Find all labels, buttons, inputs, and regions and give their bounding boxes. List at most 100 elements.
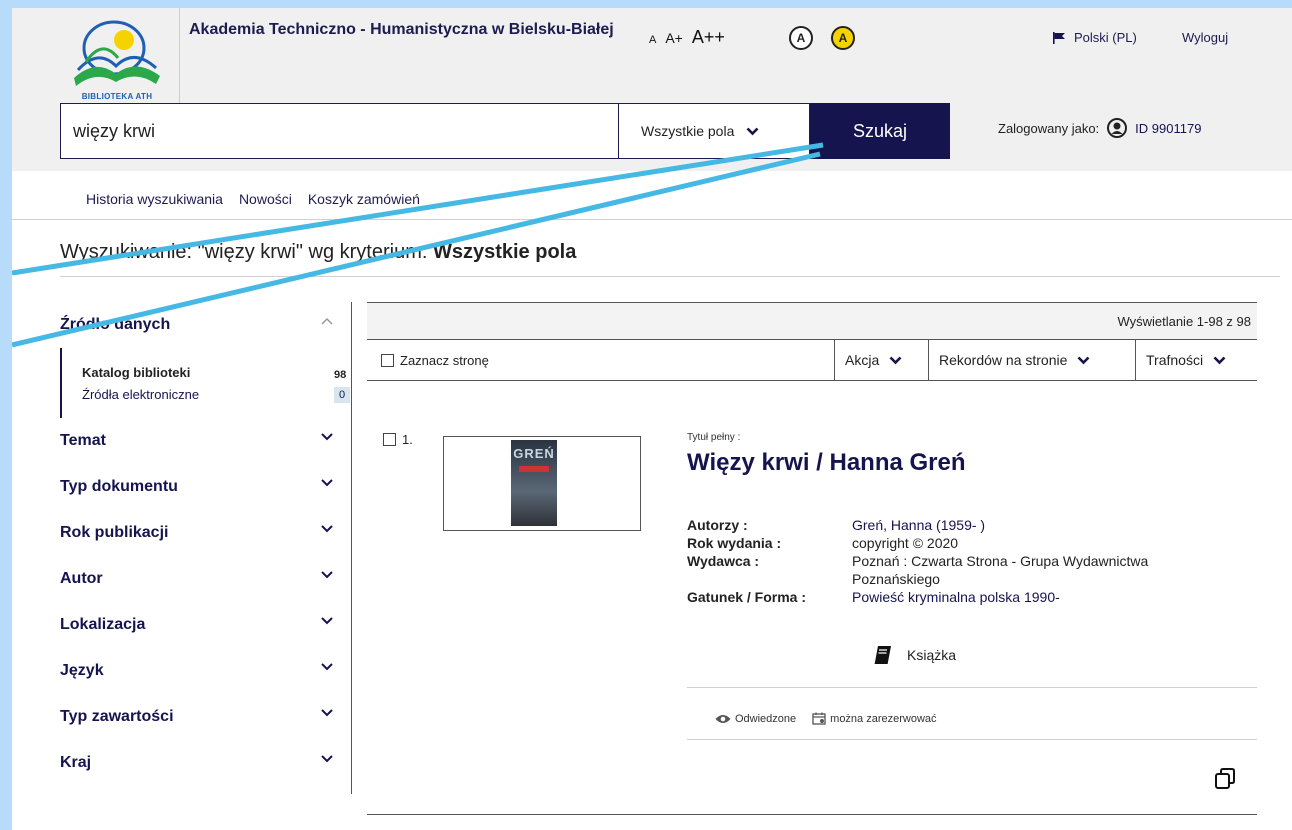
user-id[interactable]: ID 9901179 bbox=[1135, 121, 1201, 136]
chevron-down-icon bbox=[321, 525, 333, 533]
results-count-bar: Wyświetlanie 1-98 z 98 bbox=[367, 302, 1257, 340]
select-page-label: Zaznacz stronę bbox=[400, 352, 489, 368]
header-divider bbox=[179, 8, 180, 103]
page: BIBLIOTEKA ATH Akademia Techniczno - Hum… bbox=[12, 8, 1292, 830]
nav-divider bbox=[12, 219, 1292, 220]
record-divider bbox=[687, 687, 1257, 688]
copy-icon[interactable] bbox=[1213, 767, 1237, 791]
cover-title-text: GREŃ bbox=[513, 446, 555, 461]
university-name[interactable]: Akademia Techniczno - Humanistyczna w Bi… bbox=[189, 21, 619, 39]
facet-source-catalog[interactable]: Katalog biblioteki 98 bbox=[82, 362, 351, 384]
record-metadata: Autorzy : Greń, Hanna (1959- ) Rok wydan… bbox=[687, 516, 1257, 606]
facet-source-list: Katalog biblioteki 98 Źródła elektronicz… bbox=[60, 348, 351, 418]
meta-authors: Autorzy : Greń, Hanna (1959- ) bbox=[687, 516, 1257, 534]
logout-link[interactable]: Wyloguj bbox=[1182, 30, 1228, 45]
chevron-down-icon bbox=[889, 356, 902, 364]
font-size-large-button[interactable]: A+ bbox=[665, 30, 683, 46]
results-heading-criterion: Wszystkie pola bbox=[432, 241, 577, 263]
facet-language[interactable]: Język bbox=[60, 648, 351, 694]
search-input[interactable] bbox=[60, 103, 619, 159]
library-logo[interactable]: BIBLIOTEKA ATH bbox=[56, 18, 178, 101]
chevron-down-icon bbox=[321, 479, 333, 487]
title-label: Tytuł pełny : bbox=[687, 432, 741, 443]
font-size-controls: A A+ A++ bbox=[649, 27, 725, 48]
action-dropdown[interactable]: Akcja bbox=[834, 340, 928, 380]
document-type: Książka bbox=[873, 645, 956, 665]
nav-search-history[interactable]: Historia wyszukiwania bbox=[86, 191, 223, 207]
results-toolbar: Zaznacz stronę Akcja Rekordów na stronie… bbox=[367, 340, 1257, 381]
chevron-down-icon bbox=[1077, 356, 1090, 364]
facet-subject[interactable]: Temat bbox=[60, 418, 351, 464]
document-type-label: Książka bbox=[907, 647, 957, 663]
logo-text: BIBLIOTEKA ATH bbox=[81, 92, 153, 101]
top-nav: Historia wyszukiwania Nowości Koszyk zam… bbox=[86, 191, 420, 207]
calendar-icon bbox=[812, 712, 826, 725]
font-size-xlarge-button[interactable]: A++ bbox=[692, 27, 725, 48]
checkbox-icon bbox=[381, 353, 394, 367]
contrast-normal-button[interactable]: A bbox=[789, 26, 813, 50]
chevron-up-icon bbox=[321, 317, 333, 325]
facet-label: Autor bbox=[60, 570, 103, 587]
search-field-select[interactable]: Wszystkie pola bbox=[619, 103, 810, 159]
header: BIBLIOTEKA ATH Akademia Techniczno - Hum… bbox=[12, 8, 1292, 171]
chevron-down-icon bbox=[321, 755, 333, 763]
record-title-link[interactable]: Więzy krwi / Hanna Greń bbox=[687, 449, 1257, 477]
nav-order-basket[interactable]: Koszyk zamówień bbox=[308, 191, 420, 207]
facet-label: Lokalizacja bbox=[60, 616, 146, 633]
facet-content-type[interactable]: Typ zawartości bbox=[60, 694, 351, 740]
book-icon bbox=[874, 646, 891, 664]
facet-author[interactable]: Autor bbox=[60, 556, 351, 602]
per-page-label: Rekordów na stronie bbox=[939, 352, 1068, 368]
meta-key: Rok wydania : bbox=[687, 535, 782, 551]
chevron-down-icon bbox=[321, 617, 333, 625]
results-heading: Wyszukiwanie: "więzy krwi" wg kryterium:… bbox=[60, 241, 576, 264]
language-selector[interactable]: Polski (PL) bbox=[1052, 30, 1137, 45]
facet-item-label: Katalog biblioteki bbox=[82, 365, 191, 380]
nav-new-items[interactable]: Nowości bbox=[239, 191, 292, 207]
user-icon bbox=[1107, 118, 1128, 138]
meta-value: Poznań : Czwarta Strona - Grupa Wydawnic… bbox=[852, 553, 1149, 587]
facet-label: Typ zawartości bbox=[60, 708, 174, 725]
facet-label: Rok publikacji bbox=[60, 524, 169, 541]
record-checkbox[interactable]: 1. bbox=[383, 432, 413, 447]
facet-publication-year[interactable]: Rok publikacji bbox=[60, 510, 351, 556]
meta-value: copyright © 2020 bbox=[852, 535, 959, 551]
sort-dropdown[interactable]: Trafności bbox=[1135, 340, 1257, 380]
record-divider bbox=[687, 739, 1257, 740]
chevron-down-icon bbox=[321, 571, 333, 579]
book-cover-image: GREŃ bbox=[511, 440, 557, 526]
sort-label: Trafności bbox=[1146, 352, 1204, 368]
language-label: Polski (PL) bbox=[1074, 30, 1137, 45]
select-page-checkbox[interactable]: Zaznacz stronę bbox=[381, 353, 489, 368]
facet-label: Temat bbox=[60, 432, 106, 449]
font-size-normal-button[interactable]: A bbox=[649, 34, 656, 46]
record-number: 1. bbox=[402, 432, 413, 447]
chevron-down-icon bbox=[321, 663, 333, 671]
action-label: Akcja bbox=[845, 352, 880, 368]
search-button[interactable]: Szukaj bbox=[810, 103, 950, 159]
facet-location[interactable]: Lokalizacja bbox=[60, 602, 351, 648]
facet-country[interactable]: Kraj bbox=[60, 740, 351, 786]
facet-label: Typ dokumentu bbox=[60, 478, 178, 495]
logged-in-label: Zalogowany jako: bbox=[998, 120, 1100, 136]
author-link[interactable]: Greń, Hanna (1959- ) bbox=[852, 516, 1257, 534]
heading-divider bbox=[60, 276, 1280, 277]
record-thumbnail[interactable]: GREŃ bbox=[443, 436, 641, 531]
meta-key: Gatunek / Forma : bbox=[687, 589, 807, 605]
facet-source[interactable]: Źródło danych bbox=[60, 302, 351, 348]
facet-item-count: 98 bbox=[334, 369, 347, 381]
chevron-down-icon bbox=[746, 127, 759, 135]
per-page-dropdown[interactable]: Rekordów na stronie bbox=[928, 340, 1135, 380]
record-details: Tytuł pełny : Więzy krwi / Hanna Greń Au… bbox=[687, 432, 1257, 789]
meta-publisher: Wydawca : Poznań : Czwarta Strona - Grup… bbox=[687, 552, 1257, 588]
results-count: Wyświetlanie 1-98 z 98 bbox=[1117, 313, 1251, 329]
meta-genre: Gatunek / Forma : Powieść kryminalna pol… bbox=[687, 588, 1257, 606]
facet-item-label: Źródła elektroniczne bbox=[82, 387, 200, 402]
facet-source-electronic[interactable]: Źródła elektroniczne 0 bbox=[82, 384, 351, 406]
genre-link[interactable]: Powieść kryminalna polska 1990- bbox=[852, 588, 1257, 606]
contrast-high-button[interactable]: A bbox=[831, 26, 855, 50]
chevron-down-icon bbox=[321, 433, 333, 441]
visited-status: Odwiedzone bbox=[715, 713, 796, 725]
facet-document-type[interactable]: Typ dokumentu bbox=[60, 464, 351, 510]
cover-stripe bbox=[519, 466, 549, 472]
